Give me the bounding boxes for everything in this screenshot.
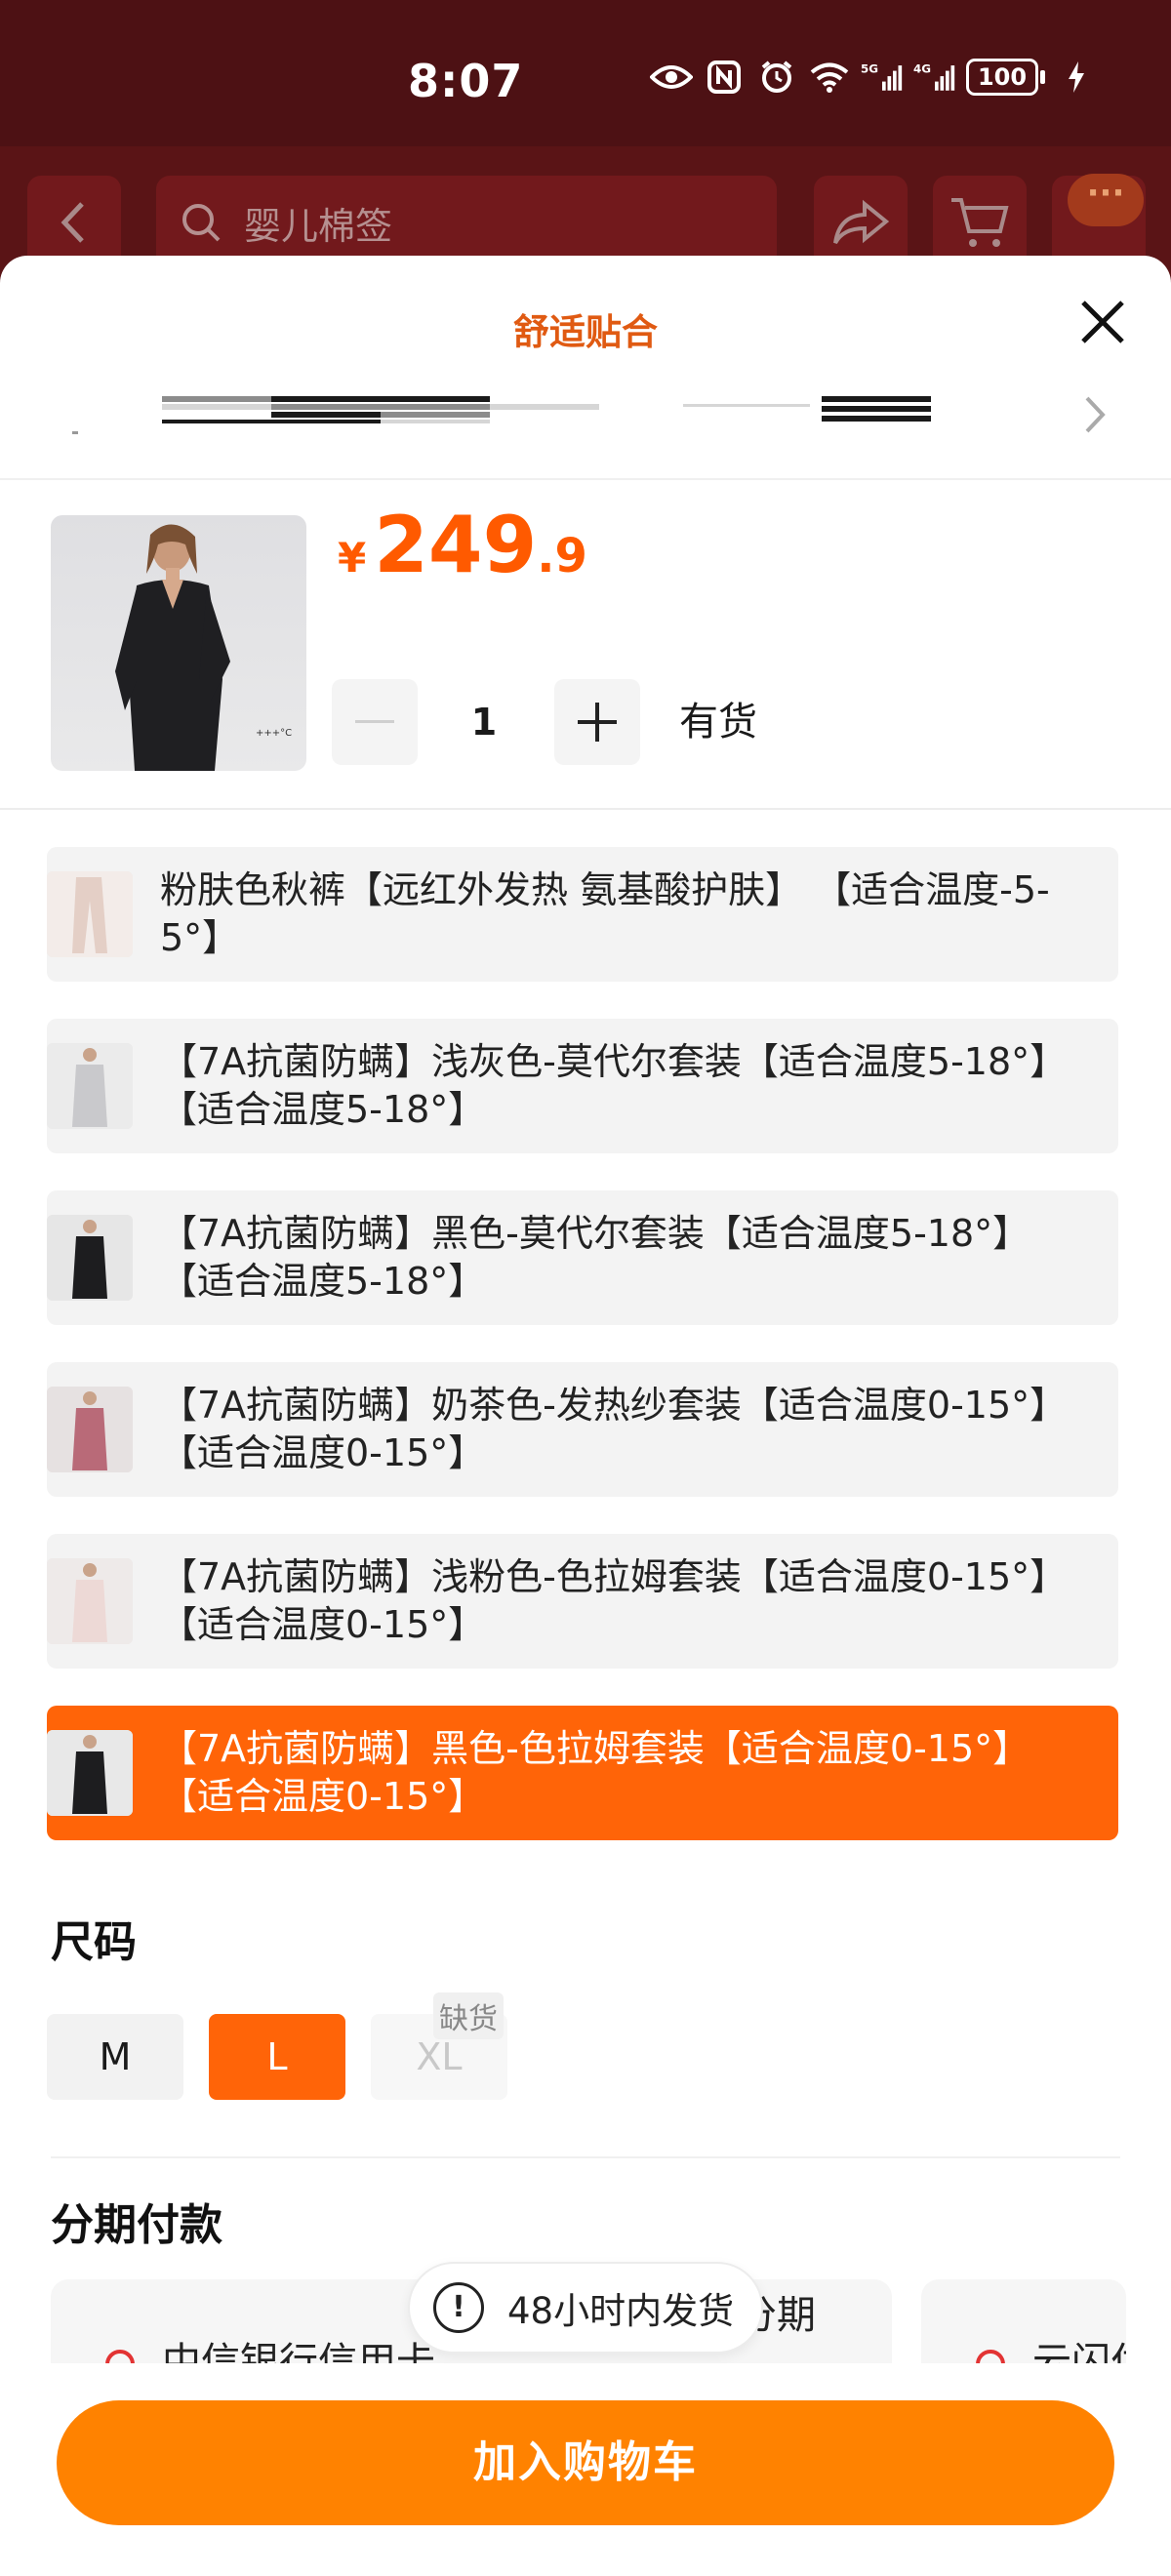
size-option-l[interactable]: L [209,2014,345,2100]
divider [0,808,1171,810]
product-image[interactable]: +++°C [51,515,306,771]
variant-thumbnail [47,1558,133,1644]
plus-icon [578,703,617,742]
quantity-value[interactable]: 1 [449,679,519,765]
close-icon[interactable] [1071,291,1134,353]
price: ¥ 249 .9 [338,500,587,590]
variant-thumbnail [47,1215,133,1301]
variant-thumbnail [47,871,133,957]
variant-label: 【7A抗菌防螨】奶茶色-发热纱套装【适合温度0-15°】 【适合温度0-15°】 [160,1384,1068,1474]
variant-option[interactable]: 【7A抗菌防螨】浅灰色-莫代尔套装【适合温度5-18°】 【适合温度5-18°】 [47,1019,1118,1153]
shipping-toast: ! 48小时内发货 [408,2262,763,2354]
price-currency: ¥ [338,534,367,582]
price-decimal: .9 [537,529,587,584]
variant-thumbnail [47,1730,133,1816]
minus-icon [355,720,394,723]
charging-icon [1055,60,1098,94]
size-section-title: 尺码 [51,1917,137,1967]
product-image-caption: +++°C [256,728,292,739]
quantity-decrease-button[interactable] [332,679,418,765]
signal-4g-icon: 4G [913,60,956,94]
chevron-right-icon[interactable] [1081,390,1110,439]
svg-text:4G: 4G [913,61,931,75]
variant-label: 【7A抗菌防螨】黑色-色拉姆套装【适合温度0-15°】 【适合温度0-15°】 [160,1727,1030,1818]
divider [0,478,1171,480]
quantity-increase-button[interactable] [554,679,640,765]
divider-dot [72,431,78,434]
variant-thumbnail [47,1043,133,1129]
toast-text: 48小时内发货 [507,2290,735,2332]
sku-sheet: 舒适贴合 +++°C ¥ 249 .9 1 有货 粉肤色秋裤【远红外发热 氨基酸… [0,256,1171,2576]
stock-status: 有货 [679,700,757,745]
eye-icon [650,60,693,94]
detail-image-strip [156,394,937,439]
exclamation-icon: ! [433,2282,484,2333]
search-placeholder: 婴儿棉签 [244,204,393,248]
variant-option[interactable]: 粉肤色秋裤【远红外发热 氨基酸护肤】 【适合温度-5-5°】 [47,847,1118,982]
add-to-cart-button[interactable]: 加入购物车 [57,2400,1114,2525]
installment-section-title: 分期付款 [51,2200,222,2250]
size-option-m[interactable]: M [47,2014,183,2100]
status-icons: 5G 4G 100 [650,59,1098,96]
variant-option-selected[interactable]: 【7A抗菌防螨】黑色-色拉姆套装【适合温度0-15°】 【适合温度0-15°】 [47,1706,1118,1840]
signal-5g-icon: 5G [861,60,904,94]
sheet-title: 舒适贴合 [513,311,658,353]
divider [51,2156,1120,2158]
battery-tip [1040,70,1045,84]
back-arrow-icon [61,202,84,243]
variant-label: 粉肤色秋裤【远红外发热 氨基酸护肤】 【适合温度-5-5°】 [160,868,1050,959]
variant-list: 粉肤色秋裤【远红外发热 氨基酸护肤】 【适合温度-5-5°】 【7A抗菌防螨】浅… [47,847,1118,1877]
more-button[interactable]: ··· [1068,174,1144,226]
share-icon [833,199,890,245]
search-icon [182,204,221,242]
out-of-stock-tag: 缺货 [433,1992,504,2039]
variant-label: 【7A抗菌防螨】浅灰色-莫代尔套装【适合温度5-18°】 【适合温度5-18°】 [160,1040,1068,1131]
variant-option[interactable]: 【7A抗菌防螨】黑色-莫代尔套装【适合温度5-18°】 【适合温度5-18°】 [47,1190,1118,1325]
variant-option[interactable]: 【7A抗菌防螨】奶茶色-发热纱套装【适合温度0-15°】 【适合温度0-15°】 [47,1362,1118,1497]
variant-thumbnail [47,1387,133,1472]
alarm-icon [755,60,798,94]
variant-label: 【7A抗菌防螨】黑色-莫代尔套装【适合温度5-18°】 【适合温度5-18°】 [160,1212,1030,1303]
svg-text:5G: 5G [861,61,878,75]
status-time: 8:07 [408,55,524,107]
status-bar: 8:07 5G 4G 100 [0,0,1171,156]
nfc-icon [703,60,746,94]
price-integer: 249 [374,500,538,590]
wifi-icon [808,60,851,94]
cart-icon [951,198,1009,247]
variant-option[interactable]: 【7A抗菌防螨】浅粉色-色拉姆套装【适合温度0-15°】 【适合温度0-15°】 [47,1534,1118,1669]
battery-icon: 100 [966,59,1038,96]
variant-label: 【7A抗菌防螨】浅粉色-色拉姆套装【适合温度0-15°】 【适合温度0-15°】 [160,1555,1068,1646]
